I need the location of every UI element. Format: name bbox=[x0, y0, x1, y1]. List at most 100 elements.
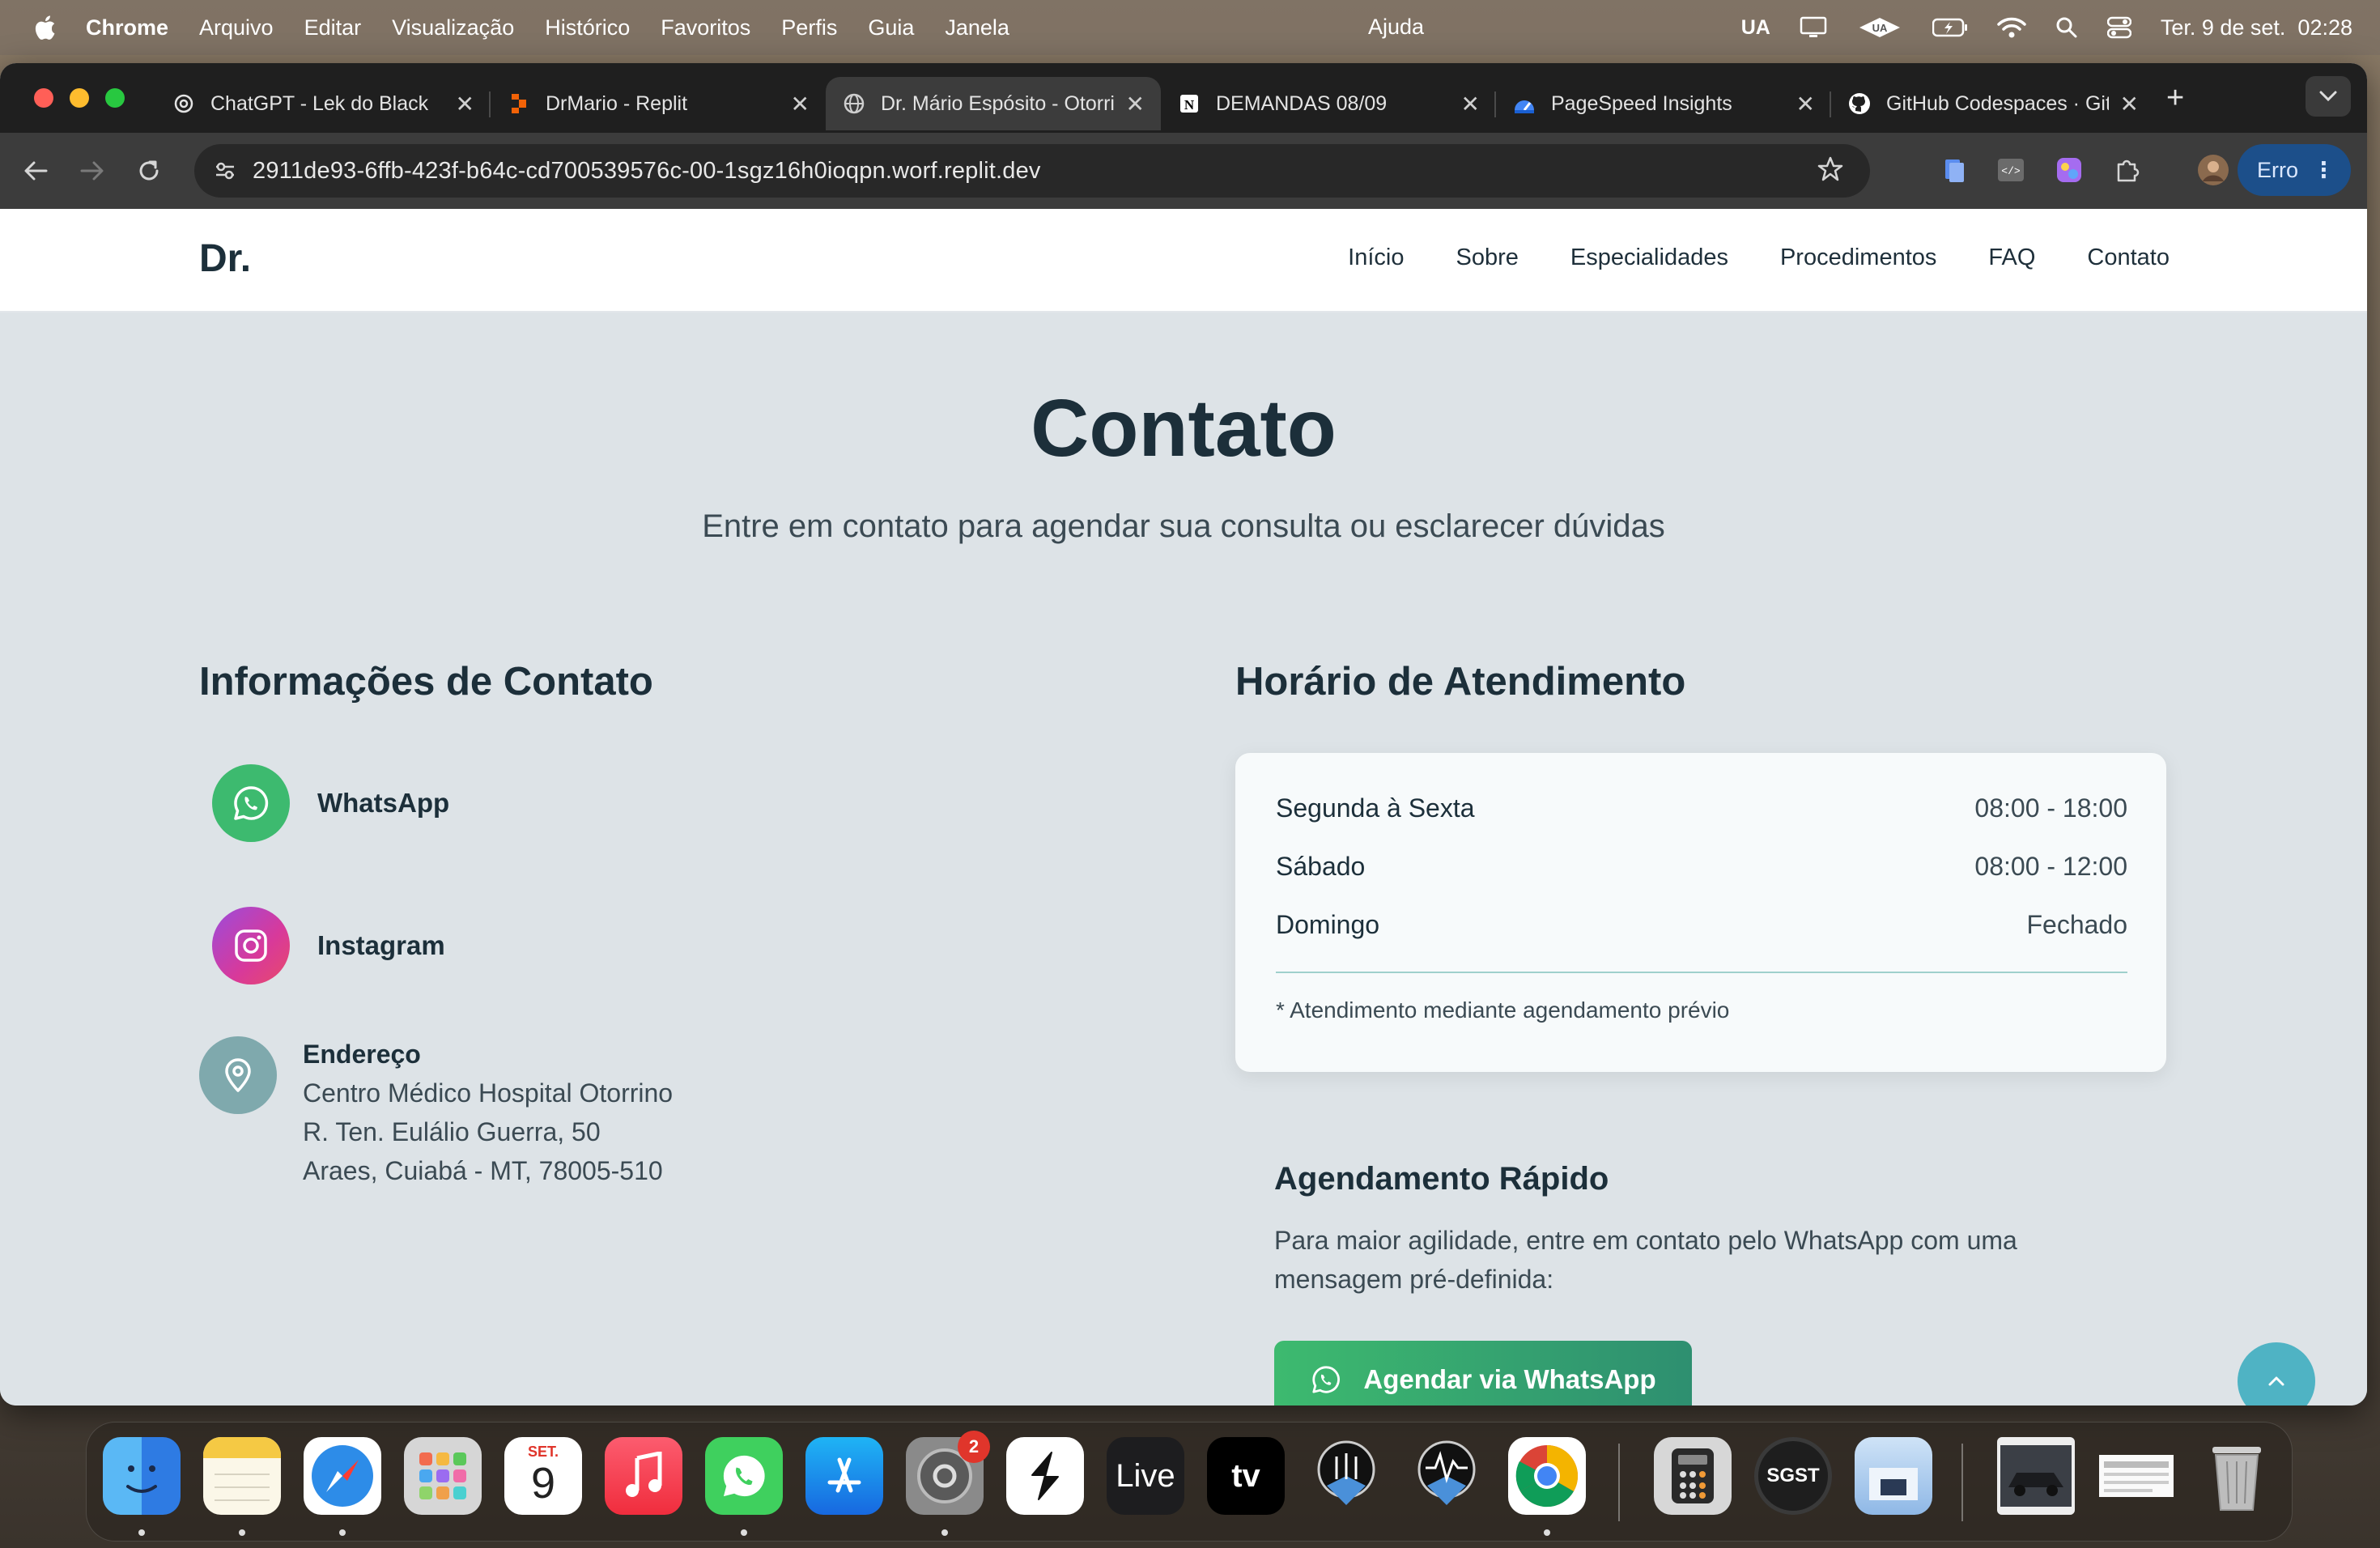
tab-close-icon[interactable]: ✕ bbox=[1126, 91, 1145, 117]
instagram-contact[interactable]: Instagram bbox=[212, 907, 445, 985]
app-store-icon[interactable] bbox=[805, 1437, 883, 1515]
close-window-button[interactable] bbox=[34, 88, 53, 108]
chrome-app-icon[interactable] bbox=[1508, 1437, 1586, 1515]
launchpad-app-icon[interactable] bbox=[404, 1437, 482, 1515]
tab-replit[interactable]: DrMario - Replit ✕ bbox=[491, 77, 826, 130]
system-settings-icon[interactable]: 2 bbox=[906, 1431, 990, 1515]
tab-close-icon[interactable]: ✕ bbox=[1461, 91, 1480, 117]
whatsapp-icon bbox=[1312, 1366, 1341, 1393]
notes-app-icon[interactable] bbox=[203, 1437, 281, 1515]
extension-doc-icon[interactable] bbox=[1936, 152, 1972, 188]
tab-chatgpt[interactable]: ChatGPT - Lek do Black ✕ bbox=[155, 77, 491, 130]
running-indicator bbox=[1544, 1529, 1550, 1536]
address-line-3: Araes, Cuiabá - MT, 78005-510 bbox=[303, 1156, 663, 1185]
tab-github-codespaces[interactable]: GitHub Codespaces · GitHub ✕ bbox=[1831, 77, 2155, 130]
menu-guia[interactable]: Guia bbox=[868, 15, 914, 40]
back-button[interactable] bbox=[13, 148, 58, 194]
hours-day: Sábado bbox=[1276, 852, 1366, 881]
recent-file-document[interactable] bbox=[2097, 1437, 2175, 1515]
tab-pagespeed[interactable]: PageSpeed Insights ✕ bbox=[1496, 77, 1831, 130]
ua-meter-icon[interactable] bbox=[1408, 1437, 1485, 1515]
extension-colorful-icon[interactable] bbox=[2051, 152, 2087, 188]
macos-dock: SET. 9 2 Live tv SGST bbox=[86, 1422, 2293, 1542]
nav-faq[interactable]: FAQ bbox=[1988, 245, 2035, 271]
menu-arquivo[interactable]: Arquivo bbox=[199, 15, 274, 40]
menu-ajuda[interactable]: Ajuda bbox=[1368, 15, 1424, 40]
scroll-to-top-button[interactable] bbox=[2238, 1342, 2315, 1406]
minimize-window-button[interactable] bbox=[70, 88, 89, 108]
reload-button[interactable] bbox=[126, 148, 172, 194]
status-area: UA UA Ter. 9 de set. 02:28 bbox=[1741, 0, 2352, 55]
profile-error-button[interactable]: Erro ⋮ bbox=[2238, 144, 2351, 196]
menu-perfis[interactable]: Perfis bbox=[781, 15, 837, 40]
dock-separator bbox=[1618, 1444, 1620, 1521]
new-tab-button[interactable]: + bbox=[2166, 81, 2184, 116]
menu-visualizacao[interactable]: Visualização bbox=[392, 15, 514, 40]
tab-close-icon[interactable]: ✕ bbox=[791, 91, 810, 117]
running-indicator bbox=[339, 1529, 346, 1536]
menu-janela[interactable]: Janela bbox=[945, 15, 1009, 40]
menu-favoritos[interactable]: Favoritos bbox=[661, 15, 750, 40]
sgst-app-icon[interactable]: SGST bbox=[1754, 1437, 1832, 1515]
address-bar[interactable]: 2911de93-6ffb-423f-b64c-cd700539576c-00-… bbox=[194, 144, 1870, 198]
tab-close-icon[interactable]: ✕ bbox=[456, 91, 474, 117]
ableton-live-icon[interactable]: Live bbox=[1107, 1437, 1184, 1515]
control-center-icon[interactable] bbox=[2106, 16, 2131, 39]
tab-notion[interactable]: N DEMANDAS 08/09 ✕ bbox=[1161, 77, 1496, 130]
site-logo[interactable]: Dr. bbox=[199, 236, 251, 281]
quick-booking-text: Para maior agilidade, entre em contato p… bbox=[1274, 1226, 2017, 1294]
whatsapp-dock-icon[interactable] bbox=[705, 1437, 783, 1515]
svg-text:N: N bbox=[1184, 97, 1195, 113]
arrow-right-icon bbox=[80, 161, 104, 181]
apple-logo-icon[interactable] bbox=[28, 11, 62, 45]
tab-dr-mario[interactable]: Dr. Mário Espósito - Otorrino ✕ bbox=[826, 77, 1161, 130]
instagram-label: Instagram bbox=[317, 930, 445, 960]
menubar-clock[interactable]: Ter. 9 de set. 02:28 bbox=[2161, 15, 2352, 40]
nav-procedimentos[interactable]: Procedimentos bbox=[1780, 245, 1936, 271]
tab-search-button[interactable] bbox=[2306, 76, 2351, 117]
shortcut-app-icon[interactable] bbox=[1006, 1437, 1084, 1515]
menu-editar[interactable]: Editar bbox=[304, 15, 362, 40]
recent-file-car-image[interactable] bbox=[1997, 1437, 2075, 1515]
web-page: Dr. Início Sobre Especialidades Procedim… bbox=[0, 209, 2367, 1406]
zoom-window-button[interactable] bbox=[105, 88, 125, 108]
whatsapp-contact[interactable]: WhatsApp bbox=[212, 764, 449, 842]
site-info-icon[interactable] bbox=[209, 155, 241, 187]
chatgpt-icon bbox=[172, 91, 196, 116]
input-source-indicator[interactable]: UA bbox=[1741, 16, 1770, 40]
trash-icon[interactable] bbox=[2198, 1437, 2276, 1515]
tab-close-icon[interactable]: ✕ bbox=[2120, 91, 2139, 117]
notion-icon: N bbox=[1177, 91, 1201, 116]
wifi-icon[interactable] bbox=[1997, 16, 2026, 39]
apple-tv-icon[interactable]: tv bbox=[1207, 1437, 1285, 1515]
quick-booking-title: Agendamento Rápido bbox=[1274, 1161, 1609, 1197]
spotlight-search-icon[interactable] bbox=[2055, 16, 2078, 39]
profile-avatar[interactable] bbox=[2195, 152, 2231, 188]
section-subtitle: Entre em contato para agendar sua consul… bbox=[702, 508, 1665, 544]
bookmark-star-icon[interactable] bbox=[1817, 155, 1844, 187]
ua-console-icon[interactable] bbox=[1307, 1437, 1385, 1515]
nav-contato[interactable]: Contato bbox=[2087, 245, 2170, 271]
tab-close-icon[interactable]: ✕ bbox=[1796, 91, 1815, 117]
music-app-icon[interactable] bbox=[605, 1437, 682, 1515]
menu-historico[interactable]: Histórico bbox=[545, 15, 630, 40]
hours-time: 08:00 - 12:00 bbox=[1974, 852, 2127, 881]
nav-sobre[interactable]: Sobre bbox=[1456, 245, 1519, 271]
calculator-app-icon[interactable] bbox=[1654, 1437, 1732, 1515]
preview-app-icon[interactable] bbox=[1855, 1437, 1932, 1515]
menu-app-name[interactable]: Chrome bbox=[86, 15, 168, 40]
audio-plugin-icon[interactable]: UA bbox=[1856, 15, 1903, 40]
forward-button[interactable] bbox=[70, 148, 115, 194]
finder-app-icon[interactable] bbox=[103, 1437, 181, 1515]
display-icon[interactable] bbox=[1800, 16, 1827, 39]
safari-app-icon[interactable] bbox=[304, 1437, 381, 1515]
calendar-app-icon[interactable]: SET. 9 bbox=[504, 1437, 582, 1515]
battery-icon[interactable] bbox=[1932, 18, 1968, 37]
nav-especialidades[interactable]: Especialidades bbox=[1570, 245, 1728, 271]
extension-code-icon[interactable]: </> bbox=[1993, 152, 2029, 188]
address-line-2: R. Ten. Eulálio Guerra, 50 bbox=[303, 1117, 601, 1146]
nav-inicio[interactable]: Início bbox=[1348, 245, 1404, 271]
extensions-puzzle-icon[interactable] bbox=[2110, 152, 2145, 188]
url-text[interactable]: 2911de93-6ffb-423f-b64c-cd700539576c-00-… bbox=[253, 158, 1041, 185]
whatsapp-booking-button[interactable]: Agendar via WhatsApp bbox=[1274, 1341, 1692, 1406]
